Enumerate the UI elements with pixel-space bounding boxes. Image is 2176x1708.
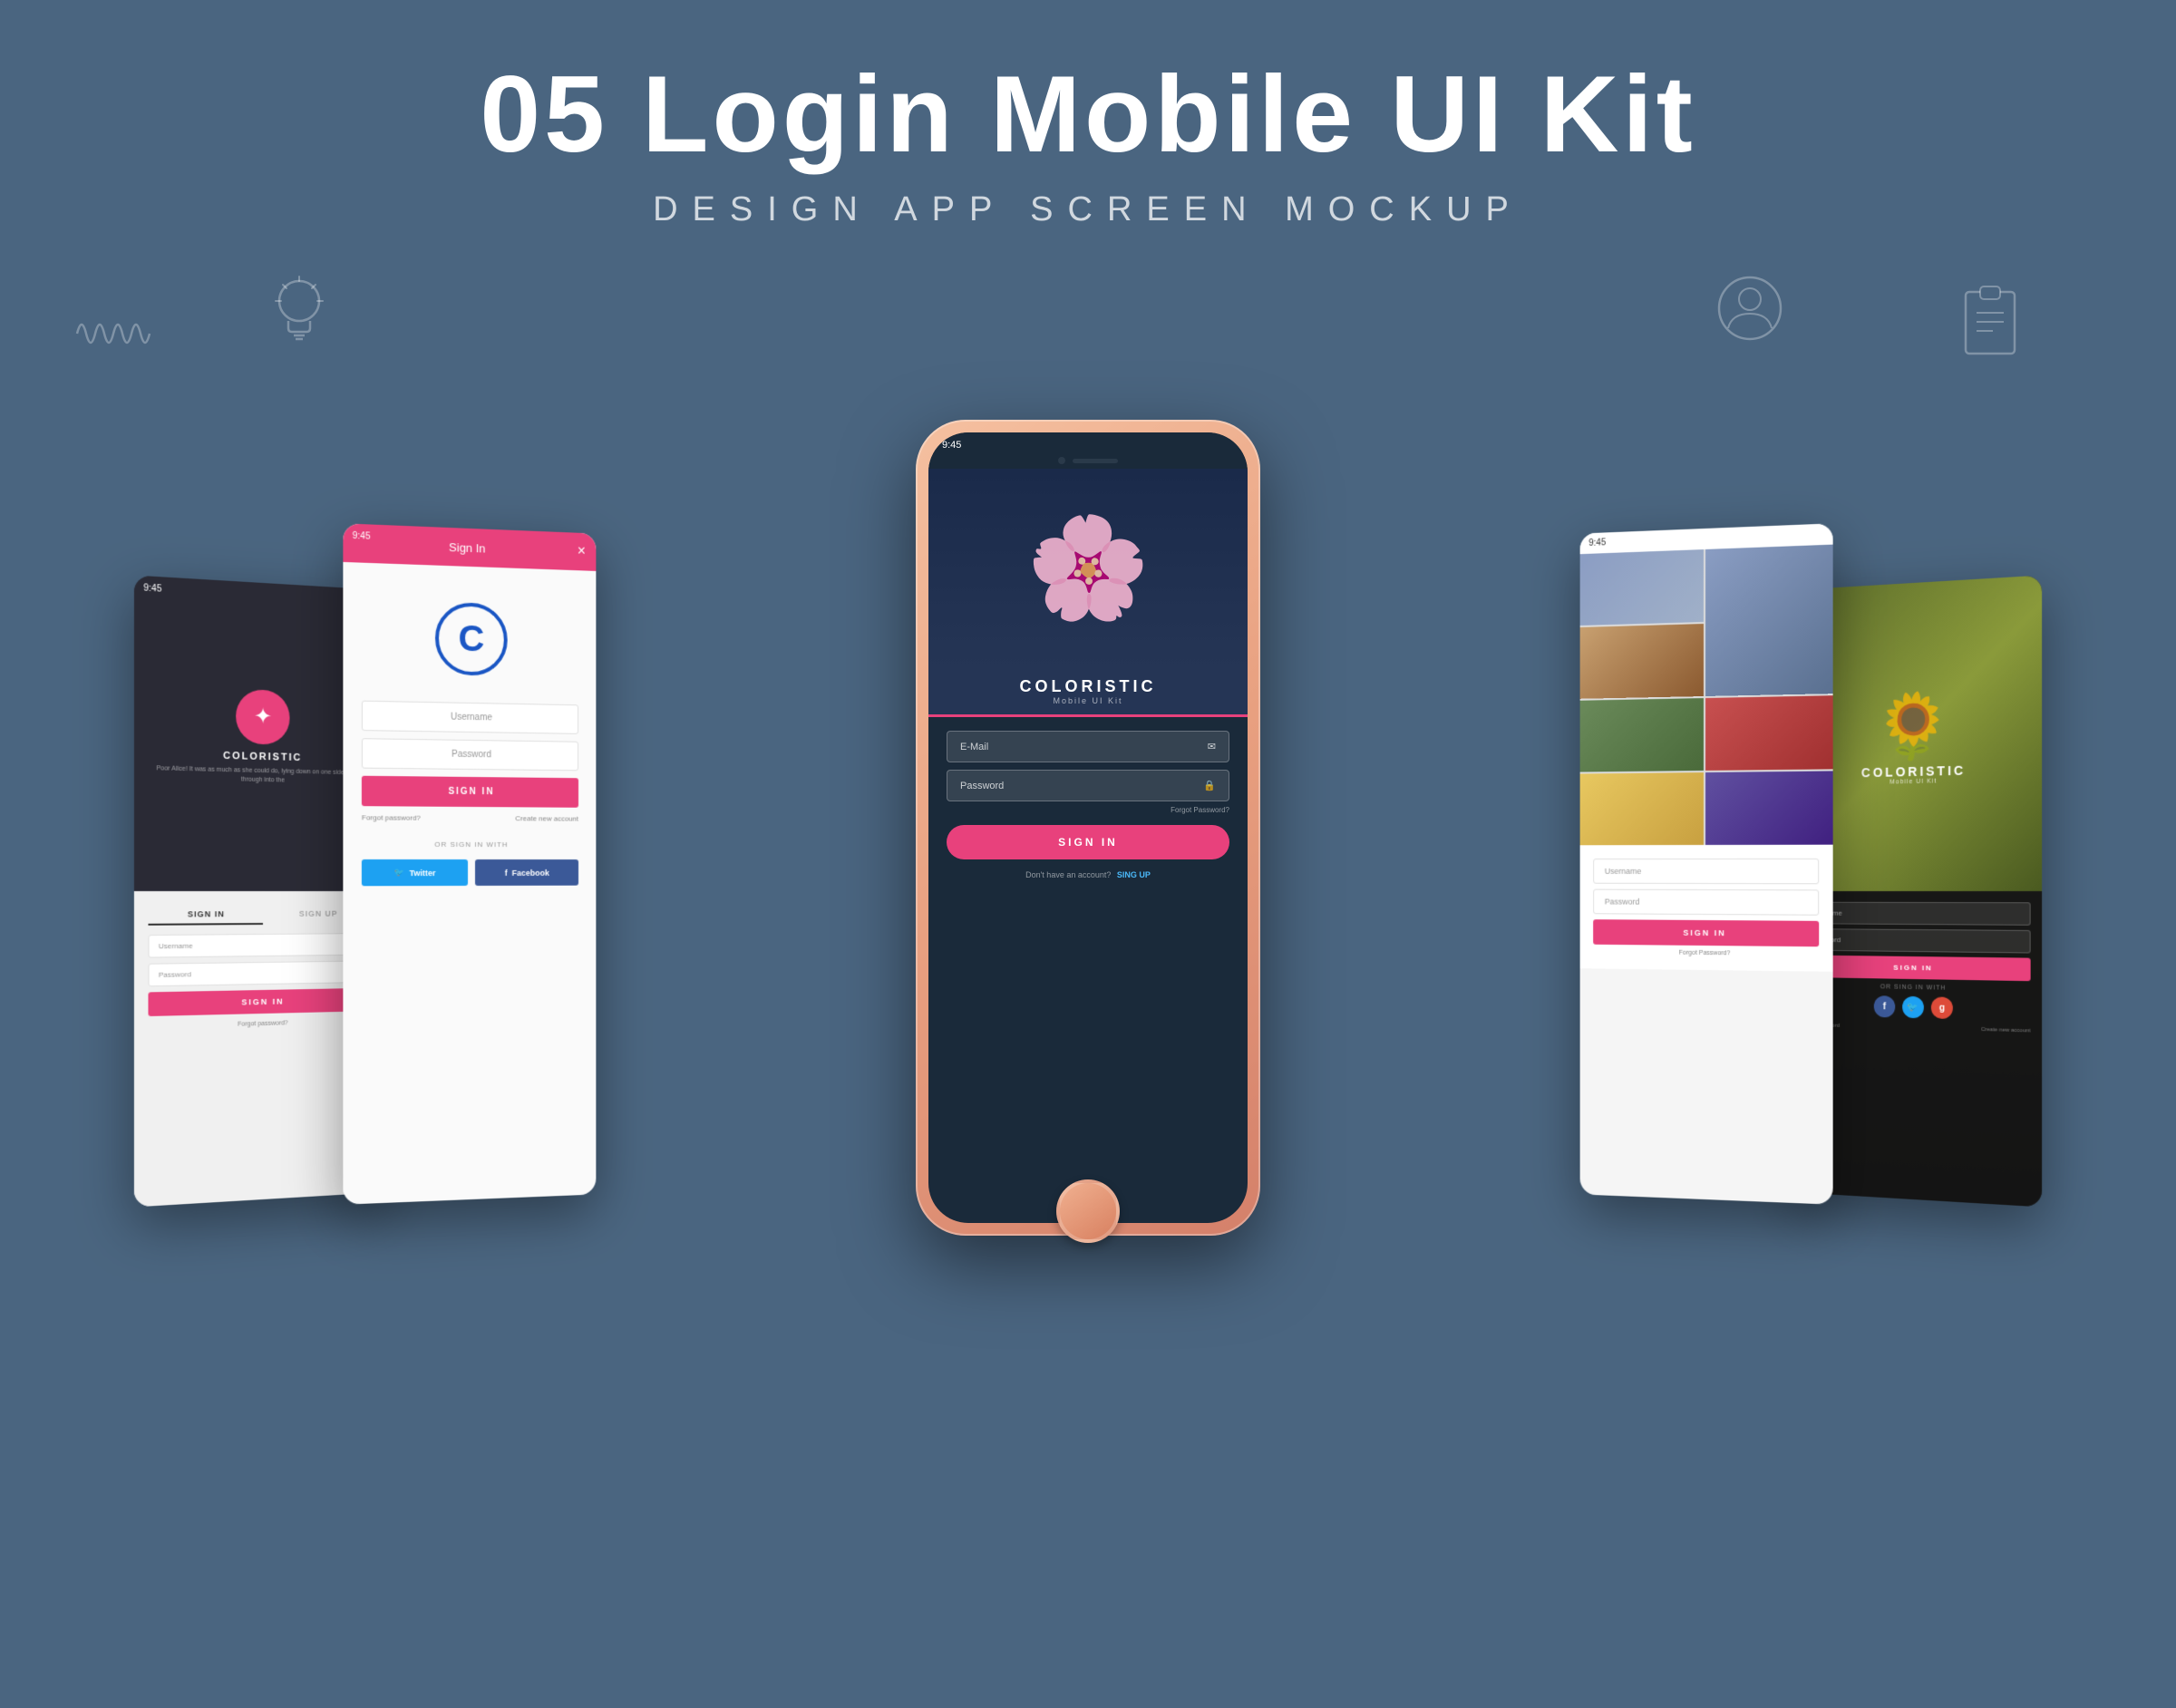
s2-create-link[interactable]: Create new account <box>515 814 578 822</box>
s2-logo: C <box>435 602 508 676</box>
s5-flower-graphic: 🌻 <box>1874 688 1952 765</box>
s5-facebook-button[interactable]: f <box>1874 995 1896 1017</box>
s5-or-label: OR SING IN WITH <box>1801 983 2031 994</box>
s2-forgot-link[interactable]: Forgot password? <box>362 813 421 821</box>
s5-brand: COLORISTIC <box>1861 762 1966 780</box>
iphone-shell: 9:45 🌸 COLORISTIC Mobile UI Kit <box>916 420 1260 1236</box>
s5-create-link[interactable]: Create new account <box>1981 1027 2031 1034</box>
s5-password-field[interactable]: Password <box>1801 928 2031 953</box>
s1-forgot-link[interactable]: Forgot password? <box>148 1018 373 1030</box>
s2-signin-button[interactable]: SIGN IN <box>362 776 578 808</box>
s4-photo-3 <box>1580 624 1704 699</box>
facebook-f-icon: f <box>505 868 508 877</box>
s2-close-button[interactable]: × <box>578 544 586 560</box>
s1-star-icon: ✦ <box>254 704 272 731</box>
s2-status-time: 9:45 <box>353 531 371 542</box>
s4-forgot-link[interactable]: Forgot Password? <box>1593 949 1819 958</box>
phones-container: 9:45 ✦ COLORISTIC Poor Alice! It was as … <box>0 275 2176 1272</box>
s4-photo-6 <box>1580 772 1704 845</box>
s5-username-field[interactable]: Username <box>1801 902 2031 926</box>
s4-photo-4 <box>1580 698 1704 772</box>
s4-login-overlay: Username Password SIGN IN Forgot Passwor… <box>1580 845 1833 972</box>
s1-signin-button[interactable]: SIGN IN <box>148 988 373 1016</box>
center-signup-link[interactable]: SING UP <box>1117 870 1151 879</box>
twitter-bird-icon: 🐦 <box>394 868 404 878</box>
s1-status-time: 9:45 <box>143 583 161 594</box>
center-signup-text: Don't have an account? SING UP <box>947 870 1229 879</box>
s4-photo-2 <box>1705 545 1833 696</box>
page-subtitle: DESIGN APP SCREEN MOCKUP <box>0 190 2176 229</box>
s5-kit: Mobile UI Kit <box>1889 778 1937 785</box>
center-phone-mockup: 9:45 🌸 COLORISTIC Mobile UI Kit <box>916 420 1260 1236</box>
s2-facebook-button[interactable]: f Facebook <box>475 859 578 886</box>
s1-tab-signin[interactable]: SIGN IN <box>148 905 263 926</box>
center-email-field[interactable]: E-Mail ✉ <box>947 731 1229 762</box>
screen-2: 9:45 Sign In × C Username Password SIGN … <box>343 523 596 1204</box>
center-forgot-link[interactable]: Forgot Password? <box>947 806 1229 814</box>
s1-app-name: COLORISTIC <box>223 751 302 763</box>
header: 05 Login Mobile UI Kit DESIGN APP SCREEN… <box>0 0 2176 257</box>
s1-password-field[interactable]: Password <box>148 960 373 986</box>
center-signin-button[interactable]: SIGN IN <box>947 825 1229 859</box>
s2-password-field[interactable]: Password <box>362 738 578 771</box>
s2-username-field[interactable]: Username <box>362 701 578 734</box>
s5-social-buttons: f 🐦 g <box>1801 994 2031 1021</box>
iphone-home-button[interactable] <box>1056 1179 1120 1243</box>
s4-password-field[interactable]: Password <box>1593 889 1819 916</box>
s4-photo-1 <box>1580 549 1704 626</box>
s5-signin-button[interactable]: SIGN IN <box>1801 955 2031 981</box>
s2-header-title: Sign In <box>355 536 578 558</box>
screen-4: 9:45 Username Password SIGN IN Forgot Pa… <box>1580 523 1833 1204</box>
iphone-screen: 9:45 🌸 COLORISTIC Mobile UI Kit <box>928 432 1248 1223</box>
s2-twitter-button[interactable]: 🐦 Twitter <box>362 859 468 886</box>
center-status-time: 9:45 <box>942 440 961 451</box>
center-kit: Mobile UI Kit <box>947 696 1229 705</box>
s4-photo-7 <box>1705 771 1833 845</box>
s5-twitter-button[interactable]: 🐦 <box>1902 996 1924 1019</box>
lock-icon: 🔒 <box>1203 780 1216 791</box>
s5-google-button[interactable]: g <box>1931 996 1953 1019</box>
center-password-field[interactable]: Password 🔒 <box>947 770 1229 801</box>
s4-username-field[interactable]: Username <box>1593 859 1819 884</box>
s4-photo-5 <box>1705 695 1833 771</box>
center-brand: COLORISTIC <box>947 677 1229 696</box>
page-title: 05 Login Mobile UI Kit <box>0 54 2176 174</box>
s1-username-field[interactable]: Username <box>148 933 373 958</box>
s4-signin-button[interactable]: SIGN IN <box>1593 919 1819 946</box>
email-icon: ✉ <box>1208 741 1216 752</box>
s1-logo: ✦ <box>236 689 289 745</box>
center-flower-graphic: 🌸 <box>1026 519 1151 618</box>
s2-c-letter: C <box>459 618 485 660</box>
s2-or-label: OR SIGN IN WITH <box>434 840 508 849</box>
